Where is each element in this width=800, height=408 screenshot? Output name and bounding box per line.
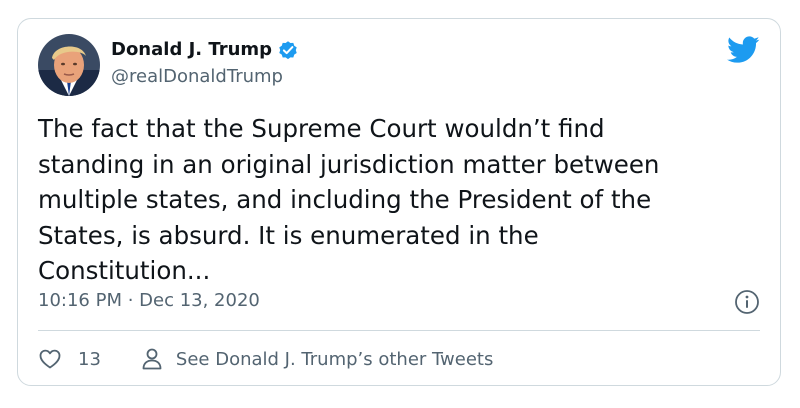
like-button[interactable]: 13: [38, 347, 101, 371]
tweet-text-line: The fact that the Supreme Court wouldn’t…: [38, 114, 605, 143]
tweet-text-line: Constitution...: [38, 256, 211, 285]
tweet-text: The fact that the Supreme Court wouldn’t…: [38, 111, 758, 289]
tweet-text-line: States, is absurd. It is enumerated in t…: [38, 220, 539, 250]
tweet-card[interactable]: Donald J. Trump @realDonaldTrump The fac…: [17, 18, 781, 386]
tweet-text-line: standing in an original jurisdiction mat…: [38, 149, 660, 179]
heart-icon: [38, 347, 62, 371]
person-icon: [141, 347, 163, 371]
tweet-timestamp[interactable]: 10:16 PM · Dec 13, 2020: [38, 289, 260, 313]
profile-avatar[interactable]: [38, 34, 100, 96]
twitter-bird-icon[interactable]: [727, 36, 760, 64]
user-handle[interactable]: @realDonaldTrump: [111, 65, 283, 89]
verified-badge-icon: [277, 39, 299, 61]
other-tweets-link[interactable]: See Donald J. Trump’s other Tweets: [141, 347, 493, 371]
tweet-text-line: multiple states, and including the Presi…: [38, 185, 652, 214]
info-icon[interactable]: [734, 289, 760, 315]
other-tweets-label: See Donald J. Trump’s other Tweets: [175, 348, 494, 370]
like-count: 13: [78, 348, 101, 370]
tweet-actions: 13 See Donald J. Trump’s other Tweets: [38, 345, 493, 373]
divider: [38, 330, 760, 331]
display-name[interactable]: Donald J. Trump: [111, 38, 272, 62]
